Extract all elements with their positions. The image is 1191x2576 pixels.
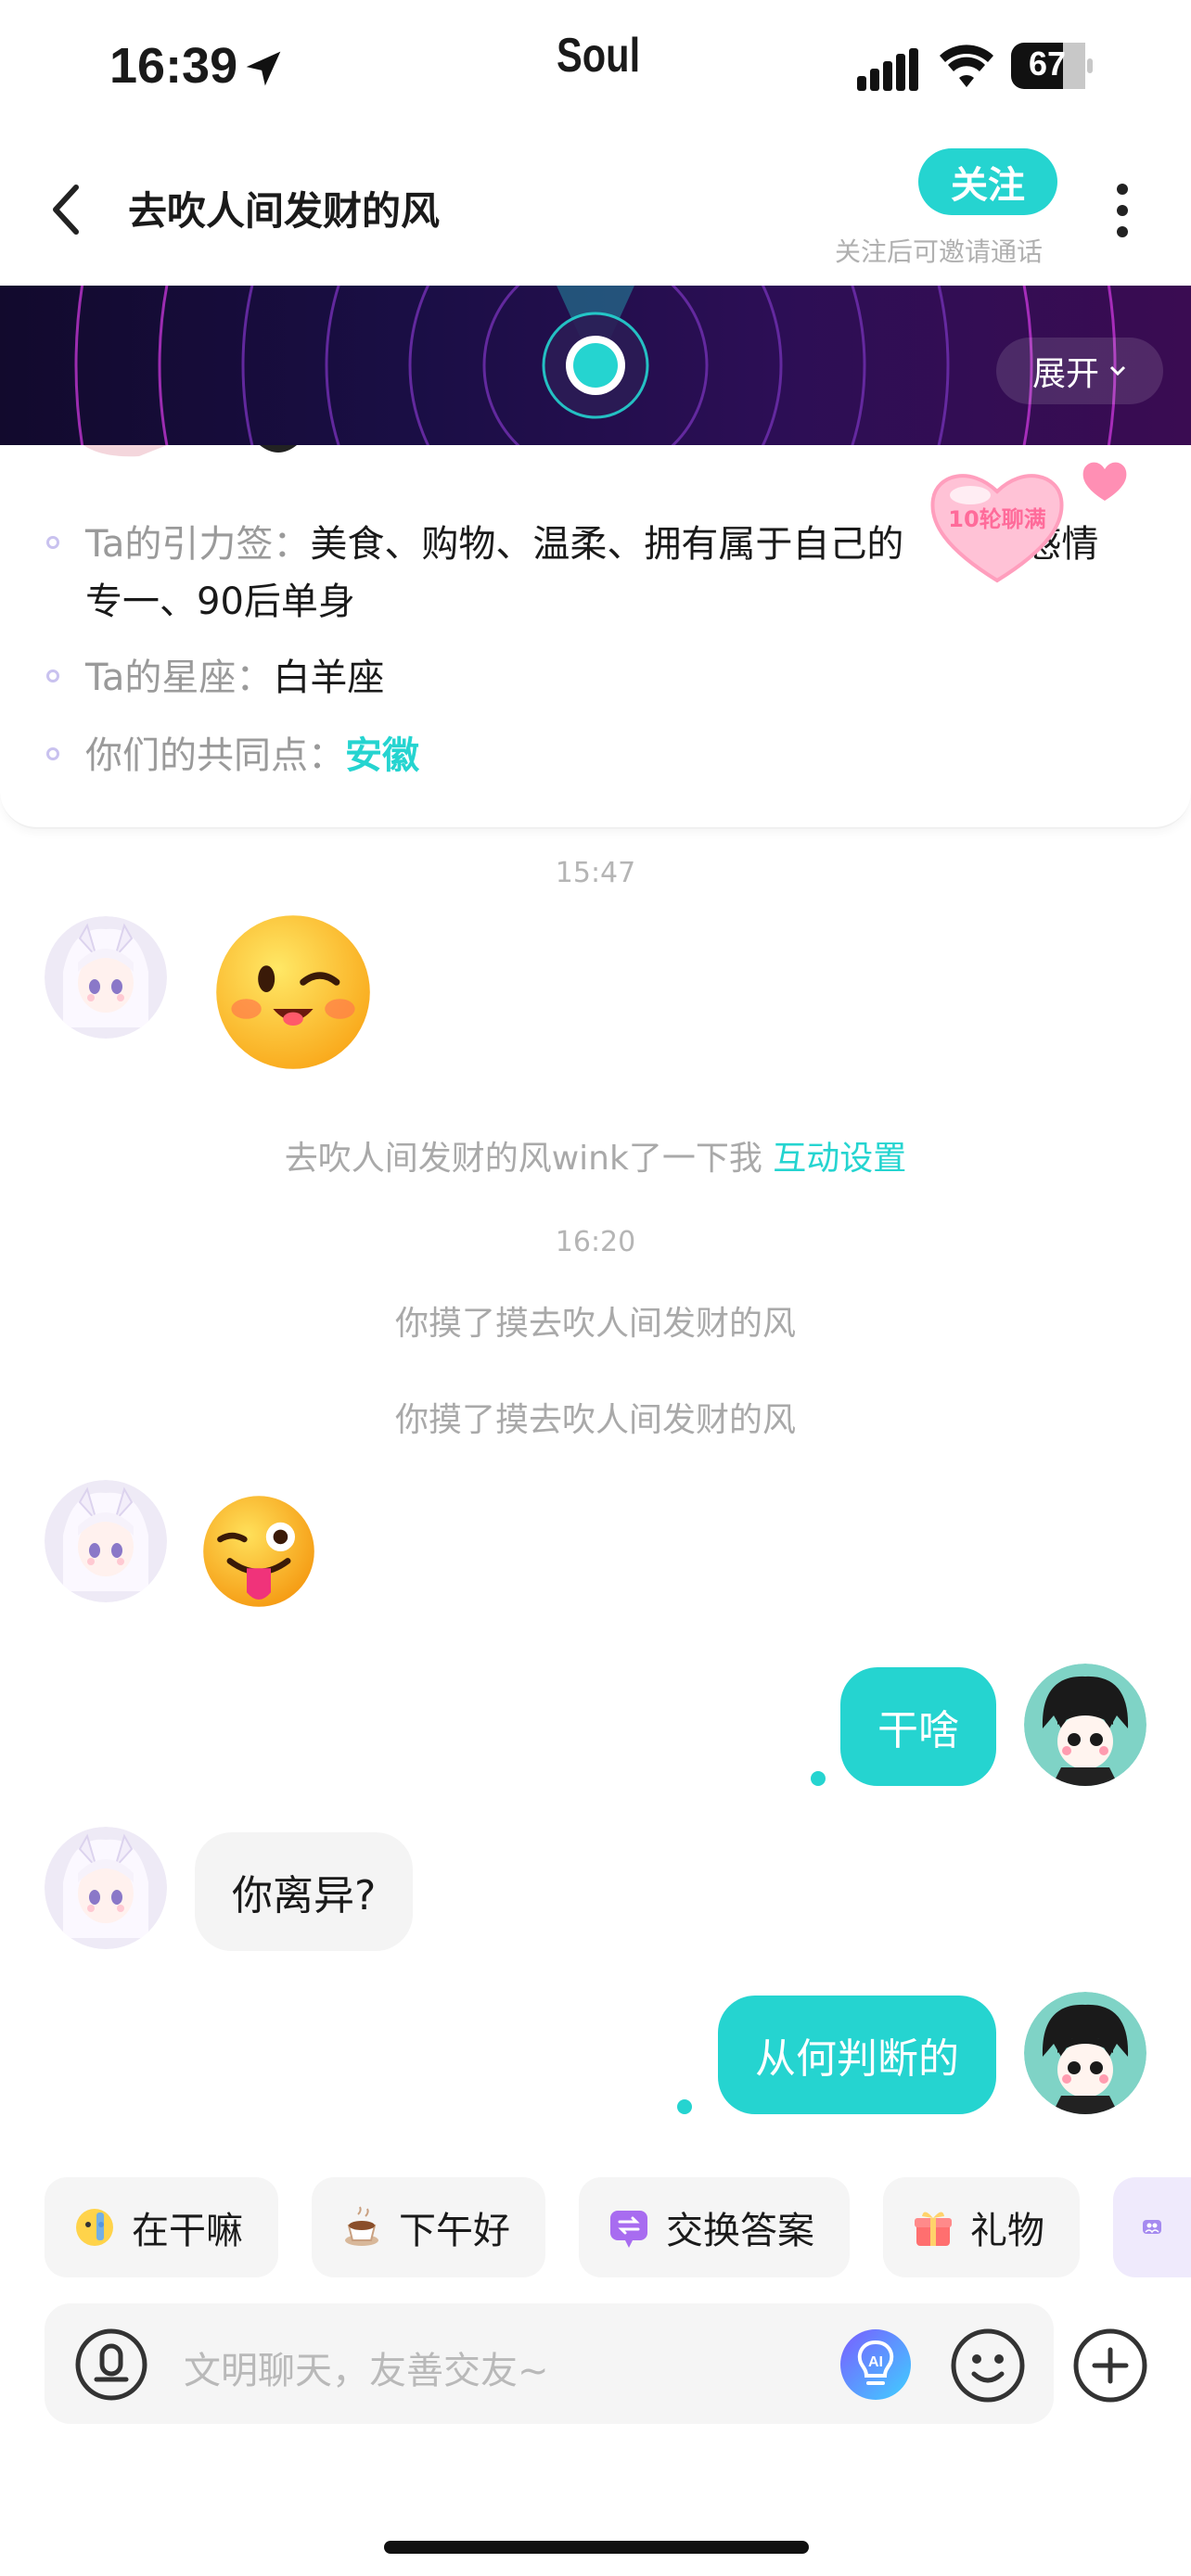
timestamp: 15:47 [555, 857, 636, 889]
small-heart-icon [1082, 462, 1127, 501]
avatar-girl-graphic [45, 916, 167, 1039]
plus-icon[interactable] [1072, 2327, 1148, 2404]
avatar-peek-graphic [83, 445, 297, 457]
badge-label: 10轮聊满 [948, 506, 1046, 532]
quick-reply-chip[interactable]: 礼物 [883, 2177, 1080, 2277]
expand-button[interactable]: 展开 [996, 338, 1163, 404]
tags-value: 美食、购物、温柔、拥有属于自己的 [310, 523, 904, 566]
chip-label: 交换答案 [666, 2210, 814, 2252]
quick-reply-chip-partial[interactable] [1113, 2177, 1191, 2277]
tongue-wink-emoji-icon [203, 1496, 314, 1607]
chevron-left-icon[interactable] [46, 182, 83, 237]
avatar-boy-graphic [1024, 1664, 1146, 1786]
gift-icon [915, 2212, 952, 2246]
ai-assist-icon[interactable]: AI [839, 2327, 913, 2402]
voice-icon[interactable] [74, 2327, 148, 2402]
bullet-icon [46, 670, 59, 682]
wink-notice-text: 去吹人间发财的风wink了一下我 [284, 1140, 762, 1178]
quick-reply-chip[interactable]: 交换答案 [579, 2177, 850, 2277]
location-arrow-icon [246, 51, 281, 86]
wink-emoji-icon [216, 915, 370, 1069]
wink-notice: 去吹人间发财的风wink了一下我 互动设置 [0, 1131, 1191, 1180]
home-indicator[interactable] [384, 2541, 809, 2554]
common-label: 你们的共同点： [85, 734, 345, 777]
follow-hint: 关注后可邀请通话 [835, 236, 1044, 267]
wifi-icon [940, 45, 993, 87]
expand-label: 展开 [1031, 355, 1099, 393]
thinking-emoji-icon [76, 2209, 113, 2246]
follow-button[interactable]: 关注 [918, 148, 1057, 215]
sent-status-dot [677, 2099, 692, 2114]
status-time: 16:39 [109, 38, 238, 94]
coffee-icon [345, 2206, 378, 2246]
zodiac-value: 白羊座 [273, 657, 385, 699]
bullet-icon [46, 536, 59, 549]
chip-label: 下午好 [399, 2210, 510, 2252]
page-title: 去吹人间发财的风 [128, 188, 441, 234]
message-bubble-in[interactable]: 你离异? [195, 1832, 414, 1951]
timestamp: 16:20 [555, 1226, 636, 1258]
avatar-self[interactable] [1024, 1664, 1146, 1786]
exchange-icon [610, 2211, 647, 2248]
avatar-boy-graphic [1024, 1992, 1146, 2114]
info-row-zodiac: Ta的星座：白羊座 [46, 649, 384, 707]
zodiac-label: Ta的星座： [85, 657, 274, 699]
signal-icon [857, 48, 918, 91]
quick-reply-chip[interactable]: 下午好 [312, 2177, 545, 2277]
emoji-icon[interactable] [950, 2327, 1026, 2404]
avatar-girl-graphic [45, 1480, 167, 1602]
avatar-other[interactable] [45, 1480, 167, 1602]
battery-icon: 67 [1011, 43, 1093, 89]
message-bubble-out[interactable]: 干啥 [840, 1667, 996, 1786]
interaction-settings-link[interactable]: 互动设置 [773, 1140, 906, 1178]
tags-label: Ta的引力签： [85, 523, 311, 566]
sent-status-dot [811, 1771, 826, 1786]
common-value: 安徽 [345, 734, 419, 777]
chat-rounds-badge[interactable]: 10轮聊满 [928, 464, 1067, 584]
avatar-self[interactable] [1024, 1992, 1146, 2114]
message-bubble-out[interactable]: 从何判断的 [718, 1996, 996, 2114]
pat-notice: 你摸了摸去吹人间发财的风 [394, 1401, 796, 1439]
tags-value-3: 专一、90后单身 [85, 580, 355, 623]
battery-level: 67 [1028, 45, 1067, 83]
quick-reply-chip[interactable]: 在干嘛 [45, 2177, 278, 2277]
pat-notice: 你摸了摸去吹人间发财的风 [394, 1305, 796, 1343]
bullet-icon [46, 747, 59, 760]
group-icon [1143, 2220, 1161, 2234]
status-app-name: Soul [557, 29, 641, 83]
chip-label: 礼物 [970, 2210, 1044, 2252]
avatar-other[interactable] [45, 1827, 167, 1949]
svg-text:AI: AI [868, 2354, 883, 2370]
avatar-girl-graphic [45, 1827, 167, 1949]
more-vertical-icon[interactable] [1106, 182, 1139, 239]
chevron-down-icon [1109, 365, 1126, 376]
info-row-common: 你们的共同点：安徽 [46, 727, 419, 784]
message-input[interactable]: 文明聊天，友善交友~ [184, 2340, 549, 2394]
chip-label: 在干嘛 [132, 2210, 243, 2252]
avatar-other[interactable] [45, 916, 167, 1039]
